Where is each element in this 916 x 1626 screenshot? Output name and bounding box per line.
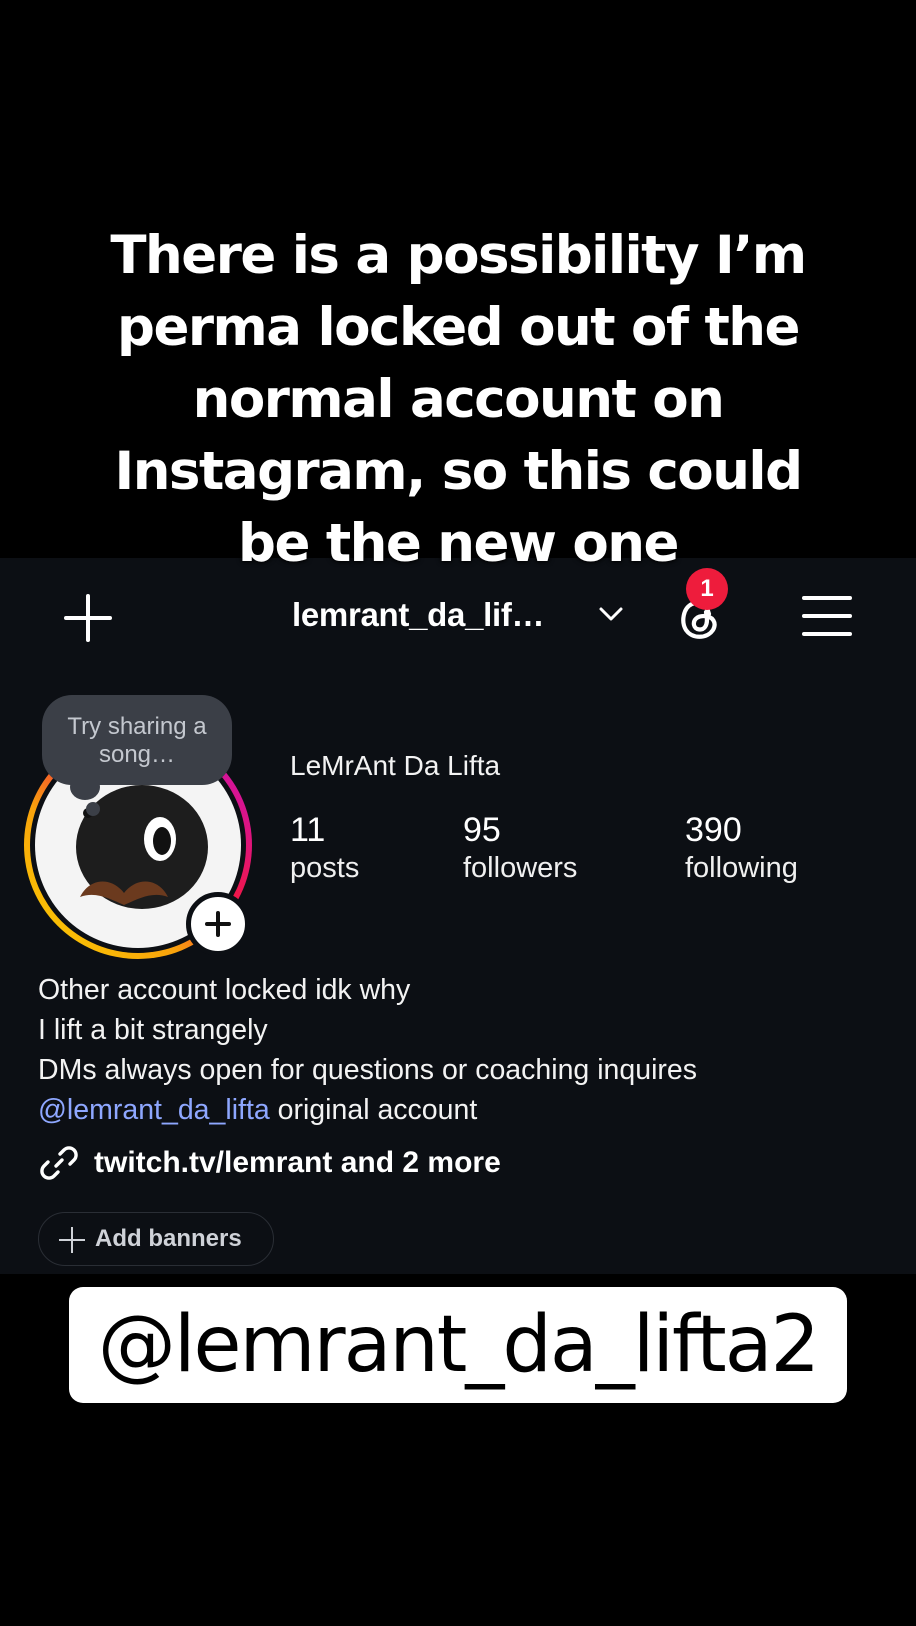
bio-line: DMs always open for questions or coachin… xyxy=(38,1054,698,1086)
stat-value: 95 xyxy=(463,811,501,849)
add-story-plus-icon[interactable] xyxy=(186,892,250,956)
plus-icon[interactable] xyxy=(64,594,112,642)
caption-line: normal account on xyxy=(192,369,725,430)
caption-line: be the new one xyxy=(238,513,679,574)
mention-suffix: original account xyxy=(269,1094,478,1126)
bio-line: I lift a bit strangely xyxy=(38,1014,268,1046)
hamburger-menu-icon[interactable] xyxy=(802,596,852,636)
video-caption: There is a possibility I’m perma locked … xyxy=(0,220,916,580)
add-banners-button[interactable]: Add banners xyxy=(38,1212,274,1266)
stat-value: 11 xyxy=(290,811,326,849)
caption-line: perma locked out of the xyxy=(117,297,800,358)
bio-line-mention: @lemrant_da_lifta original account xyxy=(38,1090,898,1130)
display-name: LeMrAnt Da Lifta xyxy=(290,750,501,781)
add-banners-label: Add banners xyxy=(95,1225,242,1252)
stat-label: following xyxy=(685,852,798,884)
stat-followers[interactable]: 95 followers xyxy=(463,810,577,886)
stat-following[interactable]: 390 following xyxy=(685,810,798,886)
mention-link[interactable]: @lemrant_da_lifta xyxy=(38,1094,270,1126)
chevron-down-icon[interactable] xyxy=(598,605,624,623)
note-bubble-tail xyxy=(86,802,100,816)
link-icon xyxy=(40,1146,78,1180)
bio-line: Other account locked idk why xyxy=(38,974,411,1006)
stat-value: 390 xyxy=(685,811,742,849)
caption-line: There is a possibility I’m xyxy=(110,225,807,286)
profile-username-switcher[interactable]: lemrant_da_lif… xyxy=(292,596,545,634)
handle-overlay-card: @lemrant_da_lifta2 xyxy=(69,1287,847,1403)
links-text: twitch.tv/lemrant and 2 more xyxy=(94,1146,501,1179)
profile-bio: Other account locked idk why I lift a bi… xyxy=(38,970,898,1130)
stat-label: followers xyxy=(463,852,578,884)
caption-line: Instagram, so this could xyxy=(114,441,803,502)
plus-icon xyxy=(59,1227,85,1253)
note-bubble[interactable]: Try sharing a song… xyxy=(42,695,232,785)
stat-posts[interactable]: 11 posts xyxy=(290,810,359,886)
stat-label: posts xyxy=(290,852,360,884)
